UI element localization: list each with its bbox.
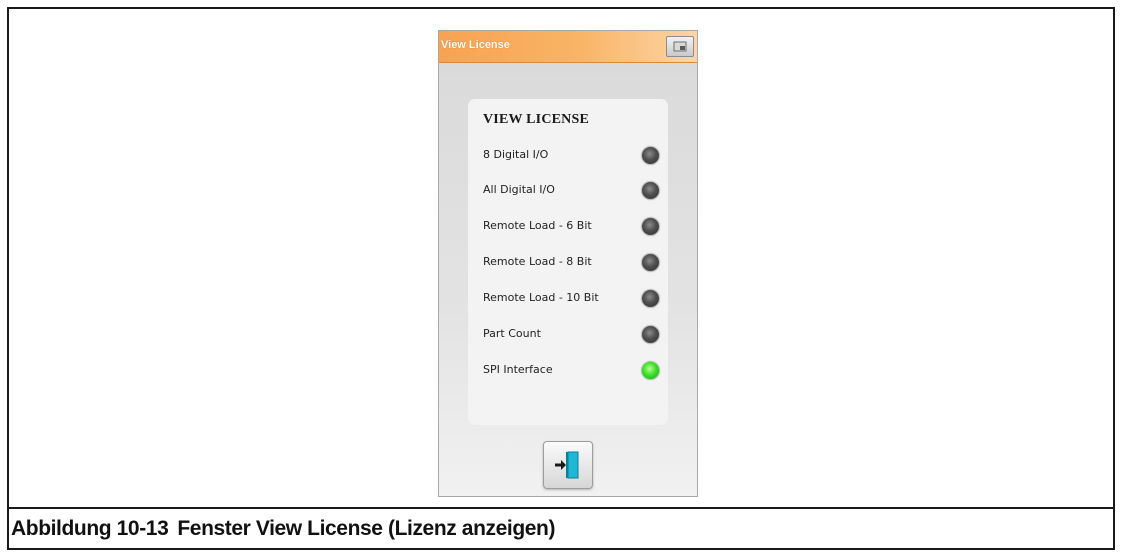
figure-area: View License VIEW LICENSE 8 Digital I/O … — [9, 9, 1113, 507]
figure-frame: View License VIEW LICENSE 8 Digital I/O … — [7, 7, 1115, 550]
license-label: All Digital I/O — [483, 183, 555, 196]
caption-text: Fenster View License (Lizenz anzeigen) — [177, 516, 556, 540]
panel-heading: VIEW LICENSE — [483, 112, 590, 127]
window-restore-icon — [673, 41, 687, 52]
license-panel: VIEW LICENSE 8 Digital I/O All Digital I… — [468, 99, 668, 425]
status-led-on-icon — [641, 361, 660, 380]
status-led-off-icon — [641, 217, 660, 236]
figure-caption: Abbildung 10-13 Fenster View License (Li… — [9, 507, 1113, 548]
license-row-remote-load-6-bit: Remote Load - 6 Bit — [483, 215, 663, 239]
license-row-part-count: Part Count — [483, 323, 663, 347]
license-label: Remote Load - 6 Bit — [483, 219, 592, 232]
status-led-off-icon — [641, 289, 660, 308]
license-label: SPI Interface — [483, 363, 553, 376]
window-title: View License — [441, 39, 510, 51]
titlebar-button[interactable] — [666, 36, 694, 57]
license-row-remote-load-10-bit: Remote Load - 10 Bit — [483, 287, 663, 311]
license-row-all-digital-io: All Digital I/O — [483, 179, 663, 203]
status-led-off-icon — [641, 325, 660, 344]
view-license-window: View License VIEW LICENSE 8 Digital I/O … — [438, 30, 698, 497]
caption-number: Abbildung 10-13 — [11, 516, 169, 540]
license-row-remote-load-8-bit: Remote Load - 8 Bit — [483, 251, 663, 275]
status-led-off-icon — [641, 181, 660, 200]
status-led-off-icon — [641, 146, 660, 165]
license-label: Remote Load - 8 Bit — [483, 255, 592, 268]
status-led-off-icon — [641, 253, 660, 272]
license-row-8-digital-io: 8 Digital I/O — [483, 144, 663, 168]
exit-button[interactable] — [543, 441, 593, 489]
license-label: Part Count — [483, 327, 541, 340]
license-row-spi-interface: SPI Interface — [483, 359, 663, 383]
window-titlebar[interactable]: View License — [439, 31, 697, 63]
license-label: Remote Load - 10 Bit — [483, 291, 599, 304]
exit-door-icon — [555, 451, 579, 479]
license-label: 8 Digital I/O — [483, 148, 549, 161]
